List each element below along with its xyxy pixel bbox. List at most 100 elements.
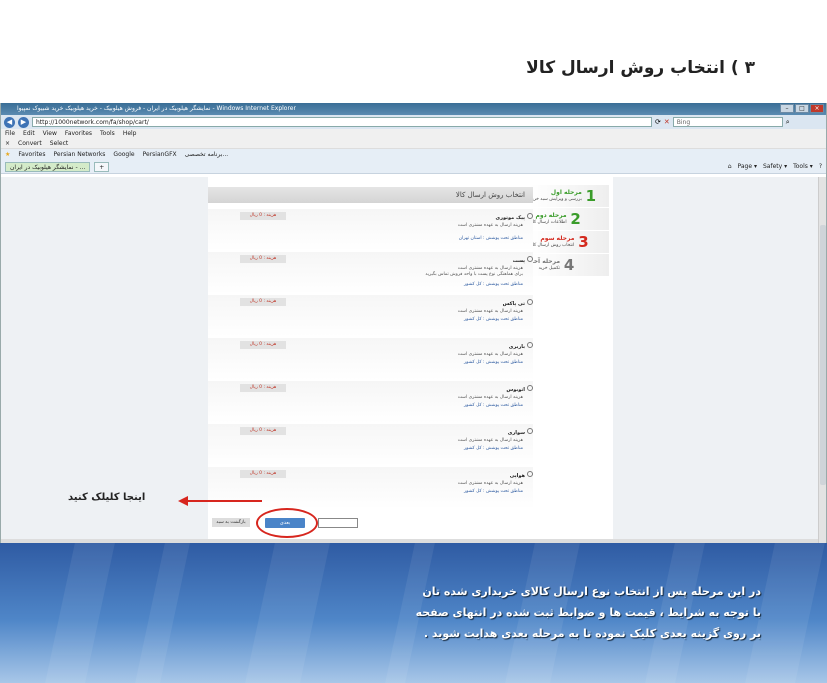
- menu-edit[interactable]: Edit: [23, 129, 35, 138]
- search-input[interactable]: Bing: [672, 117, 783, 127]
- option-coverage-link[interactable]: مناطق تحت پوشش : استان تهران: [459, 236, 523, 241]
- back-arrow-icon[interactable]: ◀: [4, 116, 15, 128]
- checkout-steps: 1 مرحله اول بررسی و ویرایش سبد خرید 2 مرح…: [530, 185, 609, 277]
- step-1: 1 مرحله اول بررسی و ویرایش سبد خرید: [530, 185, 609, 207]
- close-toolbar-icon[interactable]: ×: [5, 138, 10, 148]
- option-description: هزینه ارسال به عهده مشتری است: [457, 309, 523, 314]
- discount-code-input[interactable]: [318, 518, 358, 528]
- click-here-hint: اینجا کلیلک کنید: [68, 492, 146, 503]
- step-4: 4 مرحله آخر تکمیل خرید: [530, 254, 609, 276]
- vertical-scrollbar[interactable]: [818, 177, 826, 543]
- menu-bar: File Edit View Favorites Tools Help: [1, 129, 826, 138]
- option-radio-label[interactable]: سواری: [508, 428, 533, 436]
- refresh-icon[interactable]: ⟳: [655, 118, 661, 126]
- address-bar: ◀ ▶ http://1000network.com/fa/shop/cart/…: [1, 115, 826, 129]
- option-radio-label[interactable]: تی پاکس: [503, 299, 533, 307]
- back-to-cart-button[interactable]: بازگشت به سبد: [212, 518, 250, 527]
- option-coverage-link[interactable]: مناطق تحت پوشش : کل کشور: [464, 317, 523, 322]
- shipping-panel: انتخاب روش ارسال کالا هزینه : 0 ریال پیک…: [208, 187, 533, 512]
- instruction-band: در این مرحله پس از انتخاب نوع ارسال کالا…: [0, 543, 827, 683]
- option-radio-label[interactable]: پست: [513, 256, 533, 264]
- instruction-line: بر روی گزینه بعدی کلیک نموده تا به مرحله…: [423, 627, 761, 640]
- option-price: هزینه : 0 ریال: [240, 212, 286, 220]
- minimize-button[interactable]: –: [780, 104, 794, 113]
- option-radio-label[interactable]: باربری: [509, 342, 533, 350]
- option-price: هزینه : 0 ریال: [240, 298, 286, 306]
- new-tab-button[interactable]: +: [94, 162, 110, 172]
- shipping-option[interactable]: هزینه : 0 ریال اتوبوس هزینه ارسال به عهد…: [208, 381, 533, 423]
- url-input[interactable]: http://1000network.com/fa/shop/cart/: [32, 117, 652, 127]
- favorites-button[interactable]: Favorites: [18, 149, 45, 161]
- menu-favorites[interactable]: Favorites: [65, 129, 92, 138]
- checkout-page: 1 مرحله اول بررسی و ویرایش سبد خرید 2 مرح…: [208, 177, 613, 543]
- option-radio-label[interactable]: پیک موتوری: [496, 213, 533, 221]
- shipping-option[interactable]: هزینه : 0 ریال پست هزینه ارسال به عهده م…: [208, 252, 533, 294]
- command-bar: × Convert Select: [1, 138, 826, 149]
- tab-tool-page[interactable]: Page ▾: [738, 163, 757, 170]
- step-subtitle: تکمیل خرید: [538, 266, 561, 271]
- option-coverage-link[interactable]: مناطق تحت پوشش : کل کشور: [464, 360, 523, 365]
- step-title: مرحله سوم: [540, 235, 575, 242]
- tutorial-page: ۳ ) انتخاب روش ارسال کالا نمایشگر هیلوبی…: [0, 0, 827, 683]
- select-button[interactable]: Select: [50, 138, 69, 148]
- option-coverage-link[interactable]: مناطق تحت پوشش : کل کشور: [464, 403, 523, 408]
- scrollbar-thumb[interactable]: [820, 225, 826, 485]
- maximize-button[interactable]: □: [795, 104, 809, 113]
- option-description: هزینه ارسال به عهده مشتری است: [457, 352, 523, 357]
- home-icon[interactable]: ⌂: [728, 163, 732, 170]
- search-icon[interactable]: ⌕: [786, 118, 790, 127]
- tab-bar: نمایشگر هیلوبیک در ایران - ... + ⌂ Page …: [1, 161, 826, 174]
- shipping-option[interactable]: هزینه : 0 ریال تی پاکس هزینه ارسال به عه…: [208, 295, 533, 337]
- option-note: برای هماهنگی نوع پست با واحد فروش تماس ب…: [425, 272, 523, 277]
- shipping-option[interactable]: هزینه : 0 ریال باربری هزینه ارسال به عهد…: [208, 338, 533, 380]
- favorite-persian-networks[interactable]: Persian Networks: [54, 149, 106, 161]
- step-title: مرحله اول: [550, 189, 582, 196]
- option-coverage-link[interactable]: مناطق تحت پوشش : کل کشور: [464, 282, 523, 287]
- panel-title: انتخاب روش ارسال کالا: [208, 187, 533, 203]
- window-titlebar: نمایشگر هیلوبیک در ایران - فروش هیلوبیک …: [1, 103, 826, 115]
- convert-button[interactable]: Convert: [18, 138, 42, 148]
- option-description: هزینه ارسال به عهده مشتری است: [457, 481, 523, 486]
- forward-arrow-icon[interactable]: ▶: [18, 116, 29, 128]
- step-2: 2 مرحله دوم اطلاعات ارسال کالا: [530, 208, 609, 230]
- option-price: هزینه : 0 ریال: [240, 255, 286, 263]
- favorite-special[interactable]: برنامه تخصصی...: [185, 149, 229, 161]
- option-price: هزینه : 0 ریال: [240, 427, 286, 435]
- menu-view[interactable]: View: [43, 129, 57, 138]
- favorite-google[interactable]: Google: [113, 149, 134, 161]
- tab-tool-safety[interactable]: Safety ▾: [763, 163, 787, 170]
- favorite-persiangfx[interactable]: PersianGFX: [143, 149, 177, 161]
- favorites-star-icon[interactable]: ★: [5, 149, 10, 161]
- page-heading: ۳ ) انتخاب روش ارسال کالا: [526, 58, 755, 78]
- step-number: 3: [578, 233, 589, 251]
- option-radio-label[interactable]: اتوبوس: [506, 385, 533, 393]
- tab-active[interactable]: نمایشگر هیلوبیک در ایران - ...: [5, 162, 91, 172]
- step-subtitle: انتخاب روش ارسال کالا: [530, 243, 575, 248]
- option-description: هزینه ارسال به عهده مشتری است: [457, 395, 523, 400]
- tab-tool-tools[interactable]: Tools ▾: [793, 163, 813, 170]
- step-title: مرحله آخر: [530, 258, 561, 265]
- step-subtitle: اطلاعات ارسال کالا: [530, 220, 567, 225]
- instruction-line: در این مرحله پس از انتخاب نوع ارسال کالا…: [422, 585, 761, 598]
- option-coverage-link[interactable]: مناطق تحت پوشش : کل کشور: [464, 489, 523, 494]
- browser-window: نمایشگر هیلوبیک در ایران - فروش هیلوبیک …: [0, 103, 827, 543]
- step-subtitle: بررسی و ویرایش سبد خرید: [530, 197, 582, 202]
- option-description: هزینه ارسال به عهده مشتری است: [457, 223, 523, 228]
- option-price: هزینه : 0 ریال: [240, 341, 286, 349]
- favorites-bar: ★ Favorites Persian Networks Google Pers…: [1, 149, 826, 161]
- help-icon[interactable]: ?: [819, 163, 822, 170]
- menu-help[interactable]: Help: [123, 129, 137, 138]
- option-price: هزینه : 0 ریال: [240, 470, 286, 478]
- close-button[interactable]: ×: [810, 104, 824, 113]
- menu-tools[interactable]: Tools: [100, 129, 115, 138]
- shipping-option[interactable]: هزینه : 0 ریال پیک موتوری هزینه ارسال به…: [208, 209, 533, 251]
- window-title: نمایشگر هیلوبیک در ایران - فروش هیلوبیک …: [17, 105, 296, 112]
- menu-file[interactable]: File: [5, 129, 15, 138]
- shipping-option[interactable]: هزینه : 0 ریال سواری هزینه ارسال به عهده…: [208, 424, 533, 466]
- step-3: 3 مرحله سوم انتخاب روش ارسال کالا: [530, 231, 609, 253]
- option-coverage-link[interactable]: مناطق تحت پوشش : کل کشور: [464, 446, 523, 451]
- stop-icon[interactable]: ✕: [664, 118, 670, 126]
- option-price: هزینه : 0 ریال: [240, 384, 286, 392]
- option-radio-label[interactable]: هواپی: [510, 471, 533, 479]
- step-title: مرحله دوم: [535, 212, 567, 219]
